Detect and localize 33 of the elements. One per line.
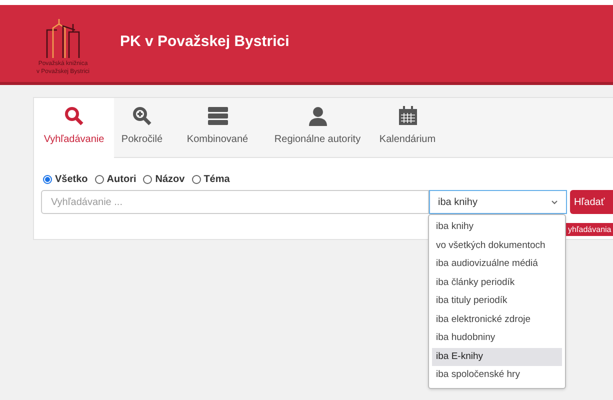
radio-button[interactable] (192, 175, 201, 184)
search-button[interactable]: Hľadať (570, 190, 613, 214)
radio-label: Téma (204, 173, 230, 187)
zoom-in-icon (132, 106, 152, 126)
dropdown-option[interactable]: iba spoločenské hry (432, 366, 562, 384)
tab[interactable]: Vyhľadávanie (34, 98, 114, 159)
tab[interactable]: Regionálne autority (265, 98, 370, 159)
chevron-down-icon (551, 200, 558, 204)
search-field[interactable]: Vyhľadávanie ... (41, 190, 429, 214)
radio-button[interactable] (143, 175, 152, 184)
tab[interactable]: Kombinované (170, 98, 265, 159)
dropdown-option[interactable]: iba hudobniny (432, 329, 562, 348)
server-icon (206, 106, 228, 126)
radio-label: Všetko (55, 173, 88, 187)
dropdown-option[interactable]: iba články periodík (432, 274, 562, 292)
calendar-icon (398, 106, 418, 126)
dropdown-option[interactable]: iba elektronické zdroje (432, 310, 562, 329)
radio-label: Názov (155, 173, 185, 187)
dropdown-option[interactable]: iba audiovizuálne médiá (432, 255, 562, 274)
radio-button[interactable] (43, 175, 52, 184)
tab[interactable]: Kalendárium (370, 98, 445, 159)
filter-select[interactable]: iba knihy (429, 190, 567, 214)
dropdown-option[interactable]: iba tituly periodík (432, 292, 562, 310)
tab[interactable]: Pokročilé (114, 98, 170, 159)
user-icon (308, 106, 328, 126)
search-history-button[interactable]: yhľadávania (566, 223, 613, 236)
site-title: PK v Považskej Bystrici (120, 32, 290, 52)
dropdown-option[interactable]: vo všetkých dokumentoch (432, 236, 562, 255)
radio-label: Autori (106, 173, 136, 187)
dropdown-option[interactable]: iba E-knihy (432, 348, 562, 366)
search-icon (64, 106, 84, 126)
radio-button[interactable] (94, 175, 104, 184)
dropdown-option[interactable]: iba knihy (432, 218, 562, 236)
